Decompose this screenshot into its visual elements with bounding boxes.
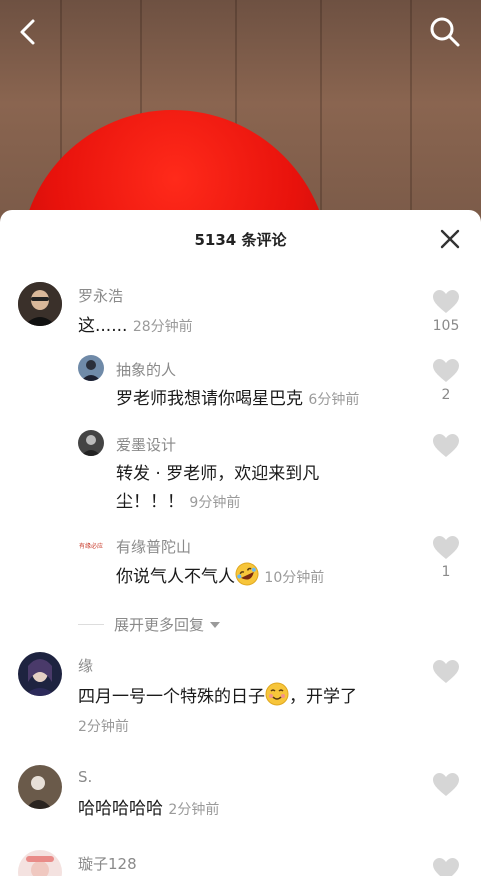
like-button[interactable]: 1 bbox=[429, 536, 463, 580]
reply-text-row: 你说气人不气人 10分钟前 bbox=[116, 562, 324, 592]
reply-text-line1: 转发 · 罗老师，欢迎来到凡 bbox=[116, 464, 320, 484]
comment-time: 28分钟前 bbox=[132, 319, 193, 335]
avatar[interactable] bbox=[78, 430, 104, 456]
reply-item: 爱墨设计 转发 · 罗老师，欢迎来到凡 尘！！！ 9分钟前 bbox=[0, 430, 481, 520]
avatar-person-icon bbox=[18, 282, 62, 326]
avatar-logo: 有缘必应 bbox=[78, 532, 104, 558]
comment-text-after: ，开学了 bbox=[289, 687, 357, 707]
avatar[interactable] bbox=[18, 765, 62, 809]
expand-replies-label: 展开更多回复 bbox=[114, 616, 205, 634]
avatar[interactable] bbox=[18, 652, 62, 696]
comment-username[interactable]: 罗永浩 bbox=[78, 285, 123, 306]
comment-text: 哈哈哈哈哈 bbox=[78, 799, 163, 819]
like-count: 1 bbox=[441, 564, 451, 580]
avatar[interactable] bbox=[18, 850, 62, 876]
avatar[interactable] bbox=[78, 355, 104, 381]
avatar-person-icon bbox=[18, 765, 62, 809]
heart-icon bbox=[433, 434, 459, 457]
comment-time: 2分钟前 bbox=[78, 719, 129, 735]
like-count: 2 bbox=[441, 387, 451, 403]
heart-icon bbox=[433, 858, 459, 876]
back-button[interactable] bbox=[8, 12, 48, 52]
heart-icon bbox=[433, 773, 459, 796]
video-background bbox=[0, 0, 481, 230]
avatar-person-icon bbox=[78, 355, 104, 381]
comments-sheet: 5134 条评论 罗永浩 这...... 28分钟前 105 抽象的人 罗老师我… bbox=[0, 210, 481, 876]
comment-text-row: 四月一号一个特殊的日子 ，开学了 bbox=[78, 682, 357, 711]
close-icon bbox=[440, 229, 460, 249]
expand-replies-button[interactable]: 展开更多回复 bbox=[78, 614, 222, 635]
reply-time: 9分钟前 bbox=[189, 495, 241, 511]
comments-header: 5134 条评论 bbox=[0, 210, 481, 268]
comment-username[interactable]: S. bbox=[78, 768, 92, 786]
comment-username[interactable]: 璇子128 bbox=[78, 853, 137, 874]
search-icon bbox=[430, 17, 460, 47]
comment-item: S. 哈哈哈哈哈 2分钟前 bbox=[0, 763, 481, 843]
avatar-person-icon bbox=[18, 652, 62, 696]
heart-icon bbox=[433, 660, 459, 683]
reply-text-block: 转发 · 罗老师，欢迎来到凡 尘！！！ 9分钟前 bbox=[116, 460, 396, 517]
avatar-person-icon bbox=[78, 430, 104, 456]
avatar[interactable] bbox=[18, 282, 62, 326]
reply-username[interactable]: 爱墨设计 bbox=[116, 434, 176, 455]
like-count: 105 bbox=[432, 318, 460, 334]
like-button[interactable] bbox=[429, 858, 463, 876]
like-button[interactable] bbox=[429, 434, 463, 458]
reply-text-line2: 尘！！！ bbox=[116, 492, 184, 512]
reply-username[interactable]: 抽象的人 bbox=[116, 359, 176, 380]
comment-text-row: 这...... 28分钟前 bbox=[78, 312, 193, 341]
heart-icon bbox=[433, 536, 459, 559]
like-button[interactable] bbox=[429, 660, 463, 684]
like-button[interactable]: 105 bbox=[429, 290, 463, 334]
reply-text: 罗老师我想请你喝星巴克 bbox=[116, 389, 303, 409]
divider bbox=[78, 624, 104, 625]
avatar-person-icon bbox=[18, 850, 62, 876]
close-button[interactable] bbox=[437, 226, 463, 252]
comment-text-before: 四月一号一个特殊的日子 bbox=[78, 687, 265, 707]
comment-username[interactable]: 缘 bbox=[78, 655, 93, 676]
like-button[interactable]: 2 bbox=[429, 359, 463, 403]
rofl-emoji-icon bbox=[235, 562, 259, 586]
comment-item: 缘 四月一号一个特殊的日子 ，开学了 2分钟前 bbox=[0, 650, 481, 750]
comment-item: 罗永浩 这...... 28分钟前 105 bbox=[0, 280, 481, 360]
reply-item: 抽象的人 罗老师我想请你喝星巴克 6分钟前 2 bbox=[0, 355, 481, 425]
like-button[interactable] bbox=[429, 773, 463, 797]
smile-emoji-icon bbox=[265, 682, 289, 706]
comment-time: 2分钟前 bbox=[168, 802, 220, 818]
comments-title: 5134 条评论 bbox=[194, 230, 287, 249]
reply-time: 10分钟前 bbox=[264, 570, 325, 586]
comment-text-row: 哈哈哈哈哈 2分钟前 bbox=[78, 795, 219, 824]
back-arrow-icon bbox=[20, 19, 35, 45]
reply-time: 6分钟前 bbox=[308, 392, 360, 408]
heart-icon bbox=[433, 290, 459, 313]
reply-text-row: 罗老师我想请你喝星巴克 6分钟前 bbox=[116, 385, 359, 414]
triangle-down-icon bbox=[210, 621, 221, 628]
comment-text: 这...... bbox=[78, 316, 128, 336]
reply-username[interactable]: 有缘普陀山 bbox=[116, 536, 191, 557]
reply-text: 你说气人不气人 bbox=[116, 567, 235, 587]
reply-text-line2-row: 尘！！！ 9分钟前 bbox=[116, 488, 396, 517]
search-button[interactable] bbox=[425, 12, 465, 52]
avatar[interactable]: 有缘必应 bbox=[78, 532, 104, 558]
comment-item: 璇子128 bbox=[0, 848, 481, 876]
heart-icon bbox=[433, 359, 459, 382]
reply-item: 有缘必应 有缘普陀山 你说气人不气人 10分钟前 1 bbox=[0, 532, 481, 602]
avatar-logo-text: 有缘必应 bbox=[79, 542, 103, 550]
